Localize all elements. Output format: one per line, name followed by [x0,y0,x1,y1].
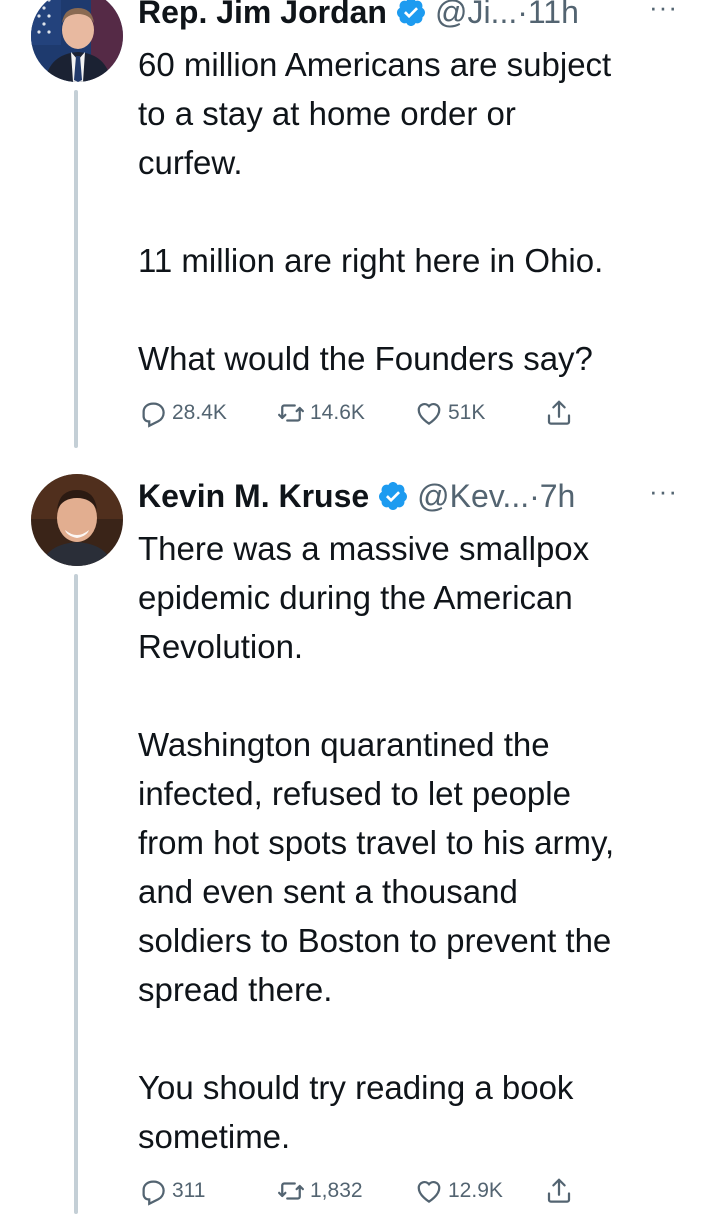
thread-line [74,574,78,1214]
thread-line [74,90,78,448]
timestamp[interactable]: 7h [540,478,576,515]
reply-icon [142,1180,165,1206]
tweet-body: Rep. Jim Jordan @Ji... · 11h ··· 60 mill… [138,0,698,433]
retweet-icon [278,1182,304,1200]
like-icon [417,402,441,425]
handle[interactable]: @Ji... [435,0,517,31]
display-name[interactable]: Rep. Jim Jordan [138,0,387,31]
like-icon [417,1180,441,1203]
action-bar: 28.4K 14.6K 51K [138,393,698,433]
share-button[interactable] [544,1176,578,1206]
reply-button[interactable]: 311 [138,1176,276,1206]
more-icon[interactable]: ··· [649,0,678,23]
retweet-icon [278,404,304,422]
verified-badge-icon [395,0,427,28]
like-count: 12.9K [448,1179,503,1202]
separator-dot: · [529,477,540,514]
separator-dot: · [517,0,528,30]
retweet-count: 14.6K [310,401,365,424]
tweet-text: 60 million Americans are subject to a st… [138,46,612,377]
reply-count: 311 [172,1179,206,1202]
tweet-header: Kevin M. Kruse @Kev... · 7h ··· [138,470,698,522]
tweet-text: There was a massive smallpox epidemic du… [138,530,615,1155]
reply-button[interactable]: 28.4K [138,398,276,428]
handle[interactable]: @Kev... [417,478,529,515]
display-name[interactable]: Kevin M. Kruse [138,478,369,515]
like-count: 51K [448,401,486,424]
share-button[interactable] [544,398,578,428]
reply-count: 28.4K [172,401,227,424]
reply-icon [142,402,165,428]
tweet-jim-jordan[interactable]: Rep. Jim Jordan @Ji... · 11h ··· 60 mill… [0,0,715,456]
verified-badge-icon [377,480,409,512]
retweet-button[interactable]: 1,832 [276,1176,414,1206]
avatar[interactable] [31,474,123,566]
avatar[interactable] [31,0,123,82]
tweet-kevin-kruse[interactable]: Kevin M. Kruse @Kev... · 7h ··· There wa… [0,470,715,1214]
action-bar: 311 1,832 12.9K [138,1171,698,1211]
timestamp[interactable]: 11h [528,0,579,31]
retweet-count: 1,832 [310,1179,363,1202]
retweet-button[interactable]: 14.6K [276,398,414,428]
share-icon [547,400,571,425]
more-icon[interactable]: ··· [649,476,678,507]
share-icon [547,1178,571,1203]
tweet-body: Kevin M. Kruse @Kev... · 7h ··· There wa… [138,470,698,1211]
tweet-header: Rep. Jim Jordan @Ji... · 11h ··· [138,0,698,38]
like-button[interactable]: 12.9K [414,1176,544,1206]
like-button[interactable]: 51K [414,398,544,428]
